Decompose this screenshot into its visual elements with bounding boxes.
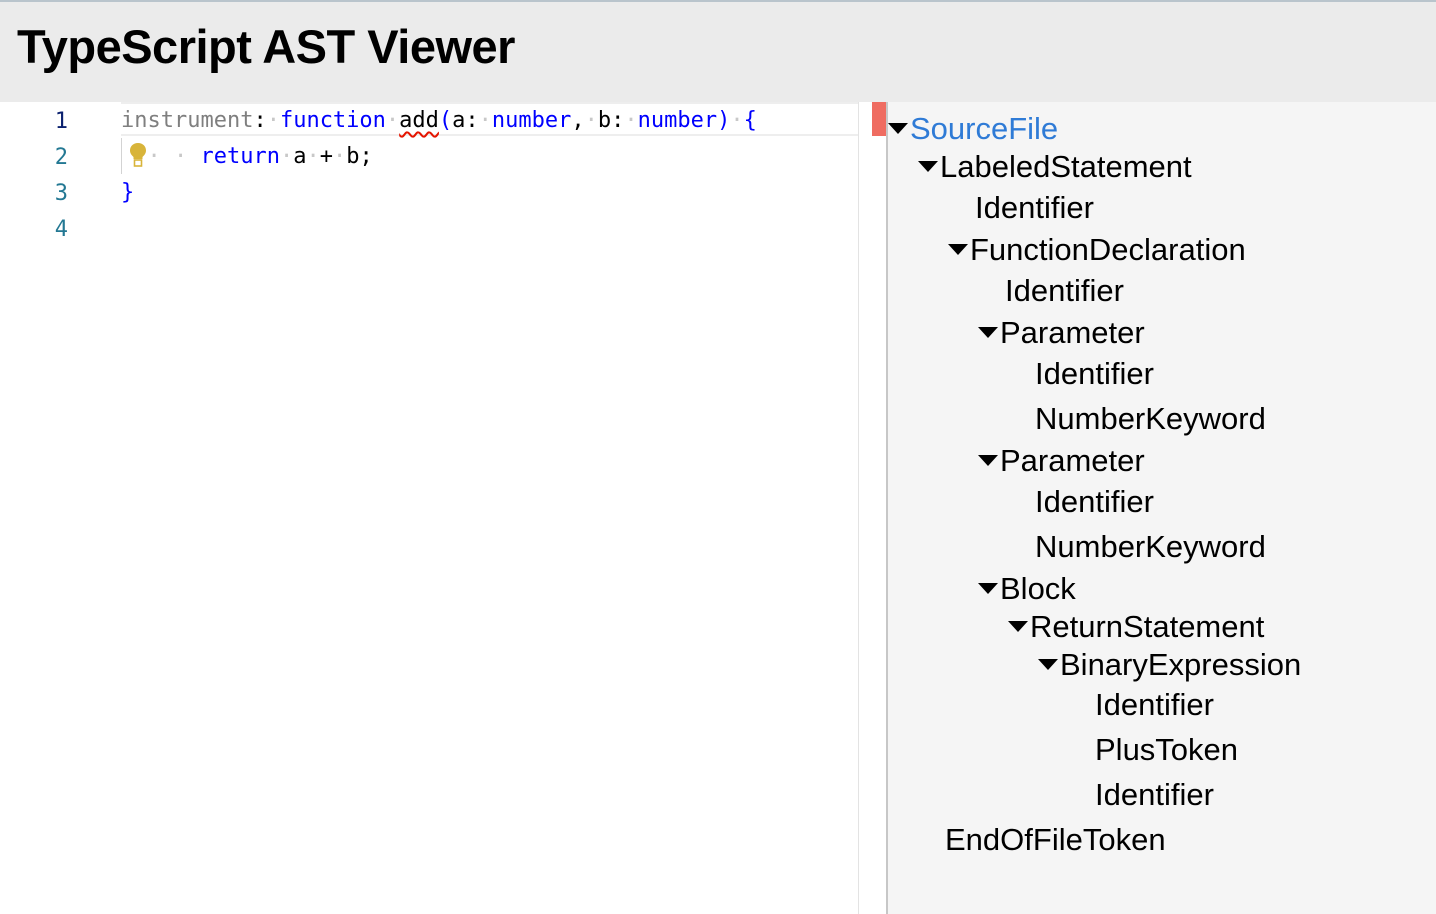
tree-node-identifier[interactable]: Identifier <box>975 192 1094 223</box>
line-number: 4 <box>54 217 68 242</box>
identifier-token: a <box>293 144 307 169</box>
error-overview-marker[interactable] <box>872 102 886 136</box>
lightbulb-icon[interactable] <box>129 142 147 168</box>
operator-token: + <box>319 144 333 169</box>
caret-down-icon[interactable] <box>978 583 998 594</box>
tree-node-endoffiletoken[interactable]: EndOfFileToken <box>945 824 1166 855</box>
colon-token: : <box>253 108 267 133</box>
tree-node-plustoken[interactable]: PlusToken <box>1095 734 1238 765</box>
tree-node-binaryexpression[interactable]: BinaryExpression <box>1038 649 1301 680</box>
line-number: 3 <box>54 181 68 206</box>
app-window: TypeScript AST Viewer 1 2 3 4 instrument… <box>0 0 1436 914</box>
code-editor[interactable]: 1 2 3 4 instrument:·function·add(a:·numb… <box>0 102 886 914</box>
tree-node-identifier[interactable]: Identifier <box>1095 779 1214 810</box>
code-line-3[interactable]: } <box>121 175 134 211</box>
keyword-token: return <box>200 144 280 169</box>
page-title: TypeScript AST Viewer <box>17 20 515 73</box>
tree-node-identifier[interactable]: Identifier <box>1035 486 1154 517</box>
param-token: b: <box>597 108 625 133</box>
brace-token: { <box>743 108 757 133</box>
line-number-gutter: 1 2 3 4 <box>0 102 110 914</box>
caret-down-icon[interactable] <box>948 244 968 255</box>
ast-tree-panel[interactable]: SourceFile LabeledStatement Identifier F… <box>886 102 1436 914</box>
caret-down-icon[interactable] <box>888 123 908 134</box>
caret-down-icon[interactable] <box>1038 659 1058 670</box>
tree-node-numberkeyword[interactable]: NumberKeyword <box>1035 531 1266 562</box>
comma-token: , <box>571 108 585 133</box>
function-name-token: add <box>399 108 439 133</box>
label-token: instrument <box>121 108 254 133</box>
param-token: a: <box>452 108 479 133</box>
tree-node-identifier[interactable]: Identifier <box>1035 358 1154 389</box>
tree-node-identifier[interactable]: Identifier <box>1095 689 1214 720</box>
code-text-area[interactable]: instrument:·function·add(a:·number,·b:·n… <box>121 102 858 914</box>
paren-token: ) <box>717 108 731 133</box>
code-line-2[interactable]: · · return·a·+·b; <box>121 139 373 175</box>
brace-token: } <box>121 180 135 205</box>
paren-token: ( <box>438 108 453 133</box>
editor-scrollbar-edge <box>858 102 859 914</box>
tree-node-returnstatement[interactable]: ReturnStatement <box>1008 611 1264 642</box>
tree-node-parameter[interactable]: Parameter <box>978 317 1145 348</box>
caret-down-icon[interactable] <box>978 327 998 338</box>
tree-node-labeledstatement[interactable]: LabeledStatement <box>918 151 1192 182</box>
header-bar: TypeScript AST Viewer <box>0 2 1436 102</box>
tree-node-functiondeclaration[interactable]: FunctionDeclaration <box>948 234 1246 265</box>
code-line-1[interactable]: instrument:·function·add(a:·number,·b:·n… <box>121 103 757 139</box>
tree-node-block[interactable]: Block <box>978 573 1076 604</box>
tree-node-numberkeyword[interactable]: NumberKeyword <box>1035 403 1266 434</box>
identifier-token: b; <box>346 144 373 169</box>
type-token: number <box>637 108 718 133</box>
caret-down-icon[interactable] <box>978 455 998 466</box>
line-number: 1 <box>54 109 68 134</box>
tree-node-parameter[interactable]: Parameter <box>978 445 1145 476</box>
caret-down-icon[interactable] <box>1008 621 1028 632</box>
caret-down-icon[interactable] <box>918 161 938 172</box>
tree-node-sourcefile[interactable]: SourceFile <box>888 113 1058 144</box>
tree-node-identifier[interactable]: Identifier <box>1005 275 1124 306</box>
line-number: 2 <box>54 145 68 170</box>
keyword-token: function <box>279 108 386 133</box>
type-token: number <box>491 108 572 133</box>
